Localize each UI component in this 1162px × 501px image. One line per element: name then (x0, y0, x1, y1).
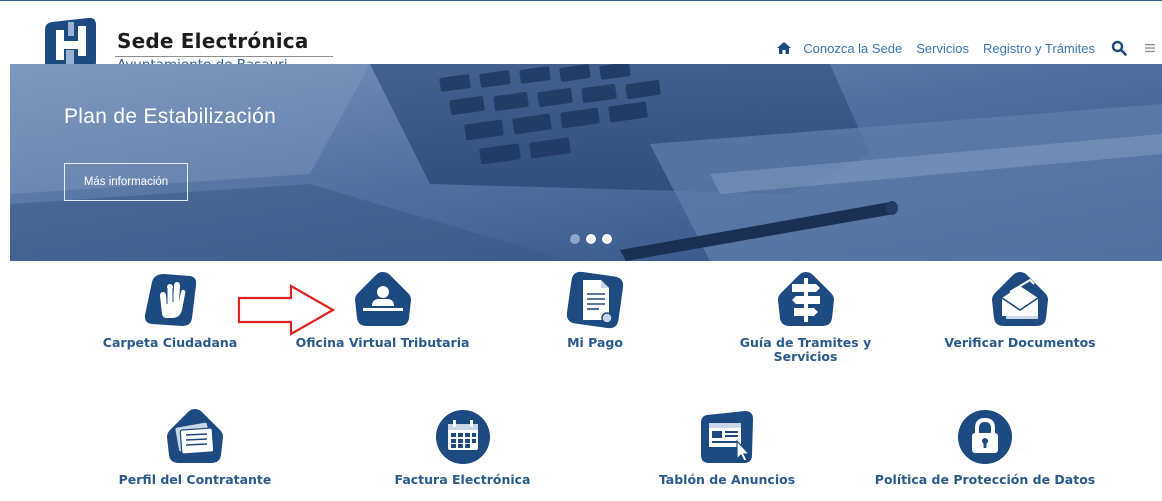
red-arrow-icon (237, 284, 336, 336)
signpost-icon (777, 272, 834, 326)
slider-dot-3[interactable] (602, 234, 612, 244)
slider-dot-1[interactable] (570, 234, 580, 244)
nav-link-conozca[interactable]: Conozca la Sede (803, 41, 902, 56)
padlock-icon (958, 410, 1012, 464)
top-rule (0, 0, 1162, 9)
notice-board-icon (701, 411, 753, 463)
hero-slider: Plan de Estabilización Más información (10, 64, 1162, 261)
service-label: Carpeta Ciudadana (102, 335, 238, 350)
service-factura-electronica[interactable]: Factura Electrónica (395, 407, 530, 487)
nav-link-servicios[interactable]: Servicios (916, 41, 969, 56)
service-label: Guía de Tramites y (739, 335, 872, 350)
service-label: Oficina Virtual Tributaria (295, 335, 470, 350)
home-icon[interactable] (776, 41, 792, 55)
site-header: Sede Electrónica Ayuntamiento de Basauri… (0, 9, 1162, 73)
slider-dot-2[interactable] (586, 234, 596, 244)
service-guia-tramites[interactable]: Guía de Tramites y Servicios (728, 270, 883, 364)
hamburger-menu-icon[interactable] (1145, 43, 1155, 53)
service-label: Factura Electrónica (394, 472, 531, 487)
calendar-icon (435, 410, 490, 464)
slider-dots (570, 234, 612, 244)
search-icon[interactable] (1111, 40, 1127, 56)
service-mi-pago[interactable]: Mi Pago (545, 270, 645, 350)
person-desk-icon (354, 272, 411, 326)
main-nav: Conozca la Sede Servicios Registro y Trá… (776, 37, 1162, 59)
hand-icon (144, 274, 197, 326)
service-label-line2: Servicios (773, 349, 838, 364)
service-proteccion-datos[interactable]: Política de Protección de Datos (875, 407, 1095, 487)
service-tablon-anuncios[interactable]: Tablón de Anuncios (658, 407, 796, 487)
envelope-icon (992, 272, 1048, 326)
service-perfil-contratante[interactable]: Perfil del Contratante (118, 407, 272, 487)
stacked-cards-icon (167, 409, 223, 463)
site-title[interactable]: Sede Electrónica (117, 29, 309, 53)
service-label: Mi Pago (567, 335, 623, 350)
service-verificar-documentos[interactable]: Verificar Documentos (944, 270, 1096, 350)
service-carpeta-ciudadana[interactable]: Carpeta Ciudadana (102, 270, 238, 350)
service-label: Tablón de Anuncios (658, 472, 796, 487)
hero-title: Plan de Estabilización (64, 105, 277, 128)
service-label: Política de Protección de Datos (874, 472, 1096, 487)
nav-link-registro[interactable]: Registro y Trámites (983, 41, 1095, 56)
service-label: Verificar Documentos (944, 335, 1096, 350)
service-label: Perfil del Contratante (118, 472, 272, 487)
hero-more-info-button[interactable]: Más información (64, 163, 188, 201)
document-icon (566, 271, 624, 329)
